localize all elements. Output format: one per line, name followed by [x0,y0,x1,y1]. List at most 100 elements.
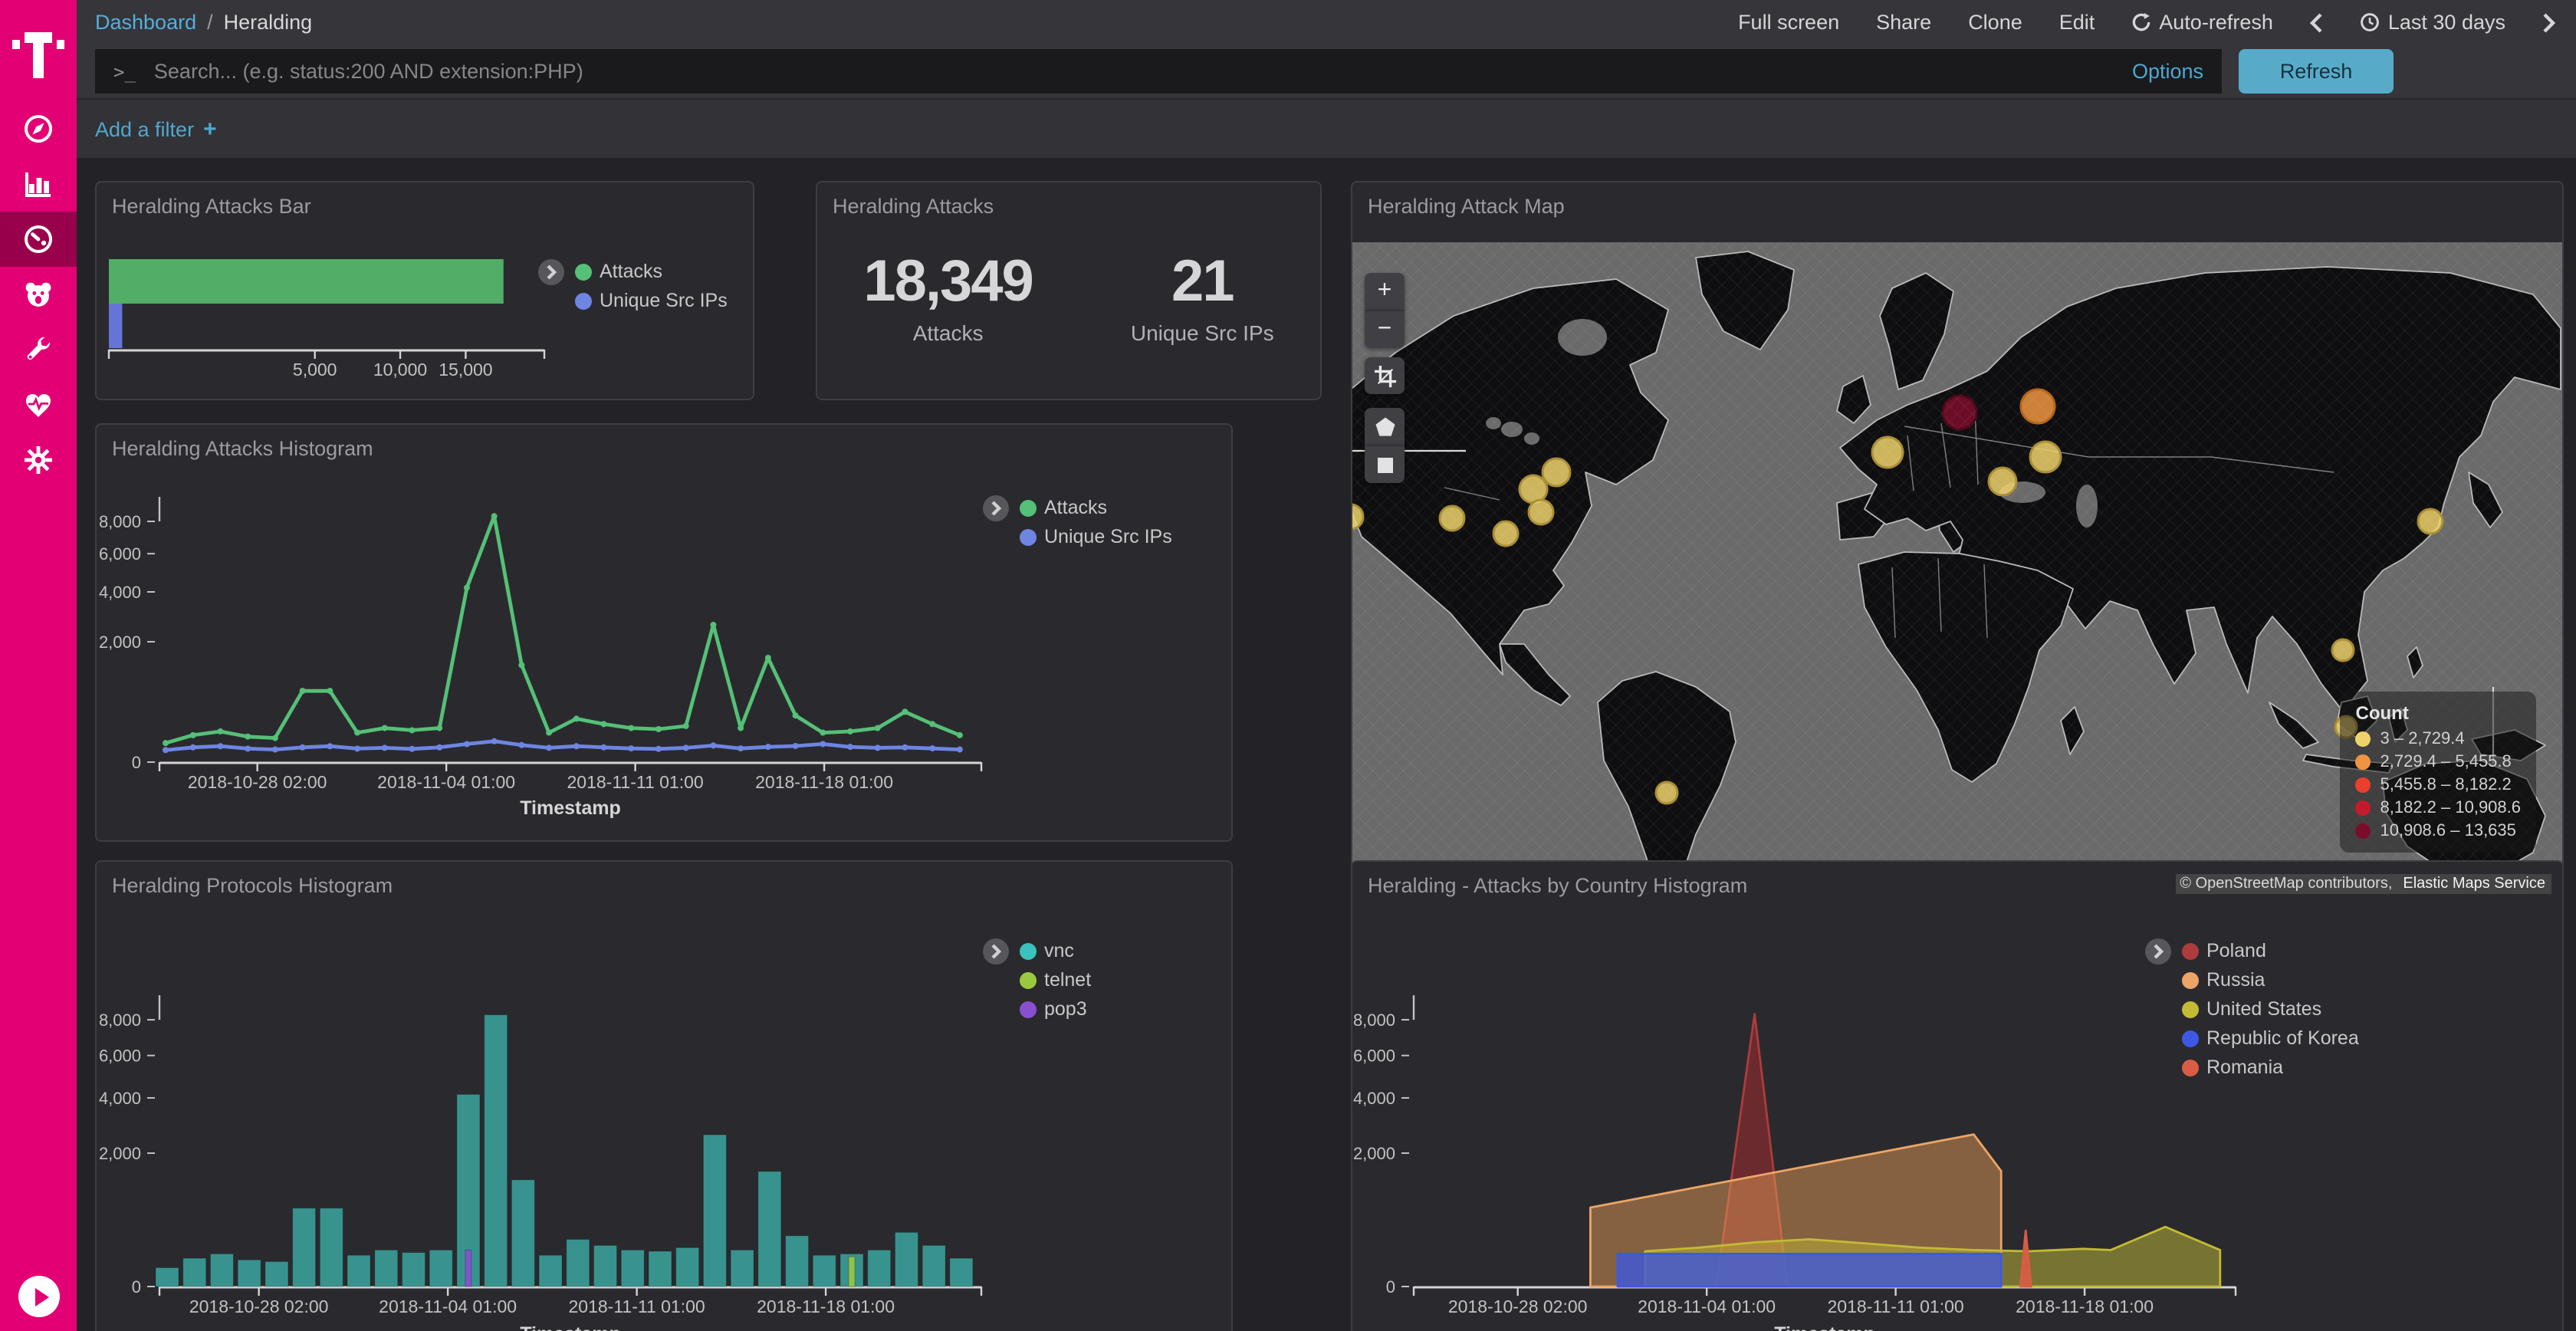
attacks-line-chart[interactable]: 02,0004,0006,0008,0002018-10-28 02:00201… [97,425,1231,840]
protocols-bar-chart[interactable]: 02,0004,0006,0008,0002018-10-28 02:00201… [97,862,1231,1331]
attack-source-dot[interactable] [1543,458,1570,486]
legend-item[interactable]: Russia [2182,969,2359,991]
breadcrumb-dashboard-link[interactable]: Dashboard [95,11,196,34]
attack-source-dot[interactable] [2030,442,2061,472]
country-area-chart[interactable]: 02,0004,0006,0008,0002018-10-28 02:00201… [1352,862,2562,1331]
zoom-out-button[interactable]: − [1365,310,1405,348]
crop-icon [1373,364,1396,387]
fit-data-bounds-button[interactable] [1365,357,1405,394]
telekom-t-icon [0,2,77,87]
metric-unique-src-ips: 21 Unique Src IPs [1131,250,1274,345]
sidebar-item-visualize[interactable] [0,156,77,212]
top-navbar: Dashboard / Heralding Full screen Share … [77,0,2576,44]
series-color-dot [575,263,592,280]
options-link[interactable]: Options [2132,60,2203,83]
attack-source-dot[interactable] [1989,468,2016,495]
metric-attacks: 18,349 Attacks [863,250,1032,345]
osm-attribution[interactable]: © OpenStreetMap contributors, [2175,874,2397,894]
legend-toggle-icon[interactable] [983,495,1009,521]
time-forward-button[interactable] [2542,12,2556,33]
attack-source-dot[interactable] [2418,509,2443,534]
attack-source-dot[interactable] [2021,389,2055,423]
legend-item[interactable]: Unique Src IPs [1020,526,1172,547]
series-color-dot [1020,971,1037,988]
legend-item[interactable]: United States [2182,998,2359,1020]
world-map[interactable]: + − [1352,242,2562,903]
time-back-button[interactable] [2310,12,2324,33]
legend-item[interactable]: telnet [1020,969,1091,991]
attack-source-dot[interactable] [1943,396,1976,429]
svg-text:2,000: 2,000 [1353,1144,1395,1163]
svg-text:2,000: 2,000 [99,633,141,652]
legend-item[interactable]: Romania [2182,1057,2359,1078]
legend-item[interactable]: Republic of Korea [2182,1027,2359,1049]
svg-text:6,000: 6,000 [99,544,141,564]
svg-text:2018-11-04 01:00: 2018-11-04 01:00 [1638,1296,1776,1316]
legend-item[interactable]: Poland [2182,940,2359,961]
t-mobile-logo[interactable] [0,0,77,89]
attack-source-dot[interactable] [1872,437,1903,468]
legend-item[interactable]: pop3 [1020,998,1091,1020]
clone-button[interactable]: Clone [1968,11,2022,34]
series-color-dot [1020,942,1037,959]
sidebar-item-tpot[interactable] [0,267,77,322]
legend-item[interactable]: Attacks [575,261,728,282]
svg-text:4,000: 4,000 [99,1089,141,1108]
legend-item[interactable]: Attacks [1020,497,1172,518]
attack-source-dot[interactable] [1440,506,1464,531]
attack-source-dot[interactable] [1493,521,1518,546]
panel-attack-map: Heralding Attack Map [1351,181,2564,905]
sidebar-item-discover[interactable] [0,101,77,156]
map-count-legend: Count 3 – 2,729.42,729.4 – 5,455.85,455.… [2341,692,2537,853]
sidebar-item-management[interactable] [0,432,77,488]
series-label: pop3 [1044,998,1087,1020]
edit-button[interactable]: Edit [2059,11,2095,34]
auto-refresh-button[interactable]: Auto-refresh [2131,11,2273,34]
kibana-dashboard: Dashboard / Heralding Full screen Share … [0,0,2576,1331]
full-screen-button[interactable]: Full screen [1738,11,1839,34]
time-range-picker[interactable]: Last 30 days [2361,11,2505,34]
attack-source-dot[interactable] [1520,475,1547,503]
sidebar-item-devtools[interactable] [0,322,77,377]
add-filter-button[interactable]: Add a filter + [95,100,217,159]
series-label: Unique Src IPs [600,290,728,311]
legend-toggle-icon[interactable] [538,259,564,285]
legend: Poland Russia United States Republic of Kor… [2145,938,2359,1078]
panel-title[interactable]: Heralding Attack Map [1368,195,1565,218]
gear-icon [21,443,55,477]
breadcrumb-current: Heralding [224,11,313,34]
series-color-dot [575,292,592,309]
draw-polygon-button[interactable] [1365,408,1405,445]
series-color-dot [2182,1059,2199,1076]
plus-icon: + [203,117,217,143]
legend-toggle-icon[interactable] [983,938,1009,965]
zoom-in-button[interactable]: + [1365,273,1405,310]
svg-text:5,000: 5,000 [293,360,337,380]
bear-icon [21,278,55,311]
svg-text:2018-10-28 02:00: 2018-10-28 02:00 [189,1296,329,1316]
elastic-maps-attribution[interactable]: Elastic Maps Service [2397,874,2551,894]
attack-source-dot[interactable] [1529,500,1553,524]
query-bar: >_ Search... (e.g. status:200 AND extens… [77,44,2576,98]
legend-toggle-icon[interactable] [2145,938,2171,965]
refresh-button[interactable]: Refresh [2239,49,2394,94]
search-input[interactable]: >_ Search... (e.g. status:200 AND extens… [95,49,2222,94]
draw-rectangle-button[interactable] [1365,445,1405,483]
panel-title[interactable]: Heralding Attacks [833,195,994,218]
share-button[interactable]: Share [1876,11,1931,34]
count-tier-range: 3 – 2,729.4 [2380,730,2465,748]
clock-icon [2361,12,2380,32]
count-tier-range: 5,455.8 – 8,182.2 [2380,776,2512,794]
attack-source-dot[interactable] [1656,782,1677,804]
map-zoom-controls: + − [1365,273,1405,348]
attack-source-dot[interactable] [2332,639,2354,661]
svg-text:2018-10-28 02:00: 2018-10-28 02:00 [1448,1296,1588,1316]
series-label: Unique Src IPs [1044,526,1172,547]
sidebar-item-dashboard[interactable] [0,212,77,267]
legend-item[interactable]: Unique Src IPs [575,290,728,311]
legend-item[interactable]: vnc [1020,940,1091,961]
series-label: United States [2206,998,2321,1020]
sidebar-item-monitoring[interactable] [0,377,77,432]
sidebar-expand-button[interactable] [18,1276,60,1317]
count-tier-range: 8,182.2 – 10,908.6 [2380,799,2522,817]
